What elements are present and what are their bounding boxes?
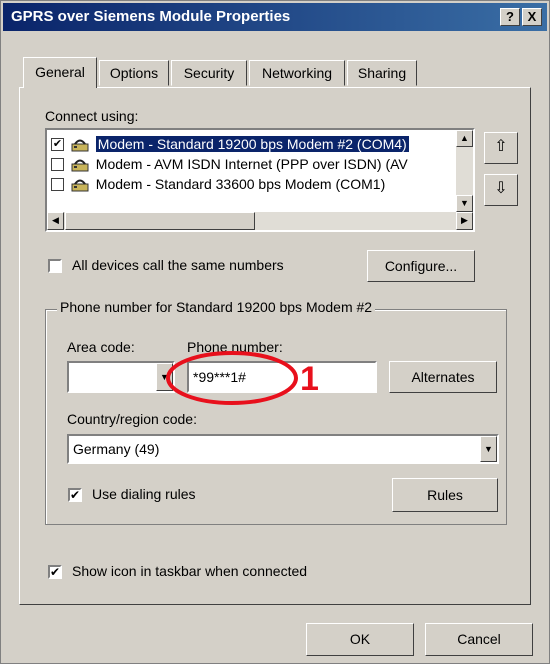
vertical-scrollbar[interactable]: ▲ ▼	[456, 130, 473, 212]
show-icon-checkbox[interactable]: ✔	[48, 565, 62, 579]
scroll-down-icon[interactable]: ▼	[456, 195, 473, 212]
phone-group-title: Phone number for Standard 19200 bps Mode…	[57, 299, 376, 315]
configure-button[interactable]: Configure...	[367, 250, 475, 282]
modem-icon	[71, 179, 89, 192]
scroll-thumb[interactable]	[65, 212, 255, 230]
country-label: Country/region code:	[67, 411, 197, 427]
connect-using-label: Connect using:	[45, 108, 139, 124]
list-item[interactable]: ✔ Modem - Standard 19200 bps Modem #2 (C…	[51, 134, 461, 154]
country-dropdown[interactable]: Germany (49) ▼	[67, 434, 499, 464]
device-label: Modem - Standard 33600 bps Modem (COM1)	[95, 176, 386, 192]
tab-security[interactable]: Security	[171, 60, 247, 86]
modem-icon	[71, 159, 89, 172]
alternates-button[interactable]: Alternates	[389, 361, 497, 393]
tab-sharing[interactable]: Sharing	[347, 60, 417, 86]
cancel-button[interactable]: Cancel	[425, 623, 533, 656]
device-label: Modem - Standard 19200 bps Modem #2 (COM…	[95, 136, 409, 152]
device-checkbox[interactable]: ✔	[51, 137, 64, 151]
scroll-right-icon[interactable]: ▶	[456, 212, 473, 230]
tab-networking[interactable]: Networking	[249, 60, 345, 86]
all-devices-label: All devices call the same numbers	[72, 257, 284, 273]
device-checkbox[interactable]	[51, 177, 64, 191]
down-arrow-icon: ⇩	[494, 180, 508, 197]
close-button[interactable]: X	[522, 8, 542, 26]
rules-button[interactable]: Rules	[392, 478, 498, 512]
scroll-left-icon[interactable]: ◀	[47, 212, 64, 230]
up-arrow-icon: ⇧	[494, 138, 508, 155]
scroll-up-icon[interactable]: ▲	[456, 130, 473, 147]
title-bar[interactable]: GPRS over Siemens Module Properties ? X	[3, 3, 547, 31]
area-code-dropdown[interactable]: ▼	[67, 361, 175, 393]
all-devices-checkbox[interactable]	[48, 259, 62, 273]
dialing-rules-label: Use dialing rules	[92, 486, 196, 502]
tab-general[interactable]: General	[23, 57, 97, 88]
help-button[interactable]: ?	[500, 8, 520, 26]
area-code-label: Area code:	[67, 339, 135, 355]
ok-button[interactable]: OK	[306, 623, 414, 656]
country-value: Germany (49)	[73, 441, 160, 457]
move-up-button[interactable]: ⇧	[484, 132, 518, 164]
device-label: Modem - AVM ISDN Internet (PPP over ISDN…	[95, 156, 408, 172]
chevron-down-icon[interactable]: ▼	[480, 436, 497, 462]
modem-icon	[71, 139, 89, 152]
properties-dialog: GPRS over Siemens Module Properties ? X …	[0, 0, 550, 664]
dialing-rules-checkbox[interactable]: ✔	[68, 488, 82, 502]
device-list[interactable]: ✔ Modem - Standard 19200 bps Modem #2 (C…	[45, 128, 475, 232]
horizontal-scrollbar[interactable]: ◀ ▶	[47, 212, 473, 230]
window-title: GPRS over Siemens Module Properties	[11, 8, 291, 25]
list-item[interactable]: Modem - Standard 33600 bps Modem (COM1)	[51, 174, 461, 194]
show-icon-label: Show icon in taskbar when connected	[72, 563, 308, 579]
device-checkbox[interactable]	[51, 157, 64, 171]
annotation-number: 1	[300, 360, 319, 398]
list-item[interactable]: Modem - AVM ISDN Internet (PPP over ISDN…	[51, 154, 461, 174]
tab-options[interactable]: Options	[99, 60, 169, 86]
move-down-button[interactable]: ⇩	[484, 174, 518, 206]
